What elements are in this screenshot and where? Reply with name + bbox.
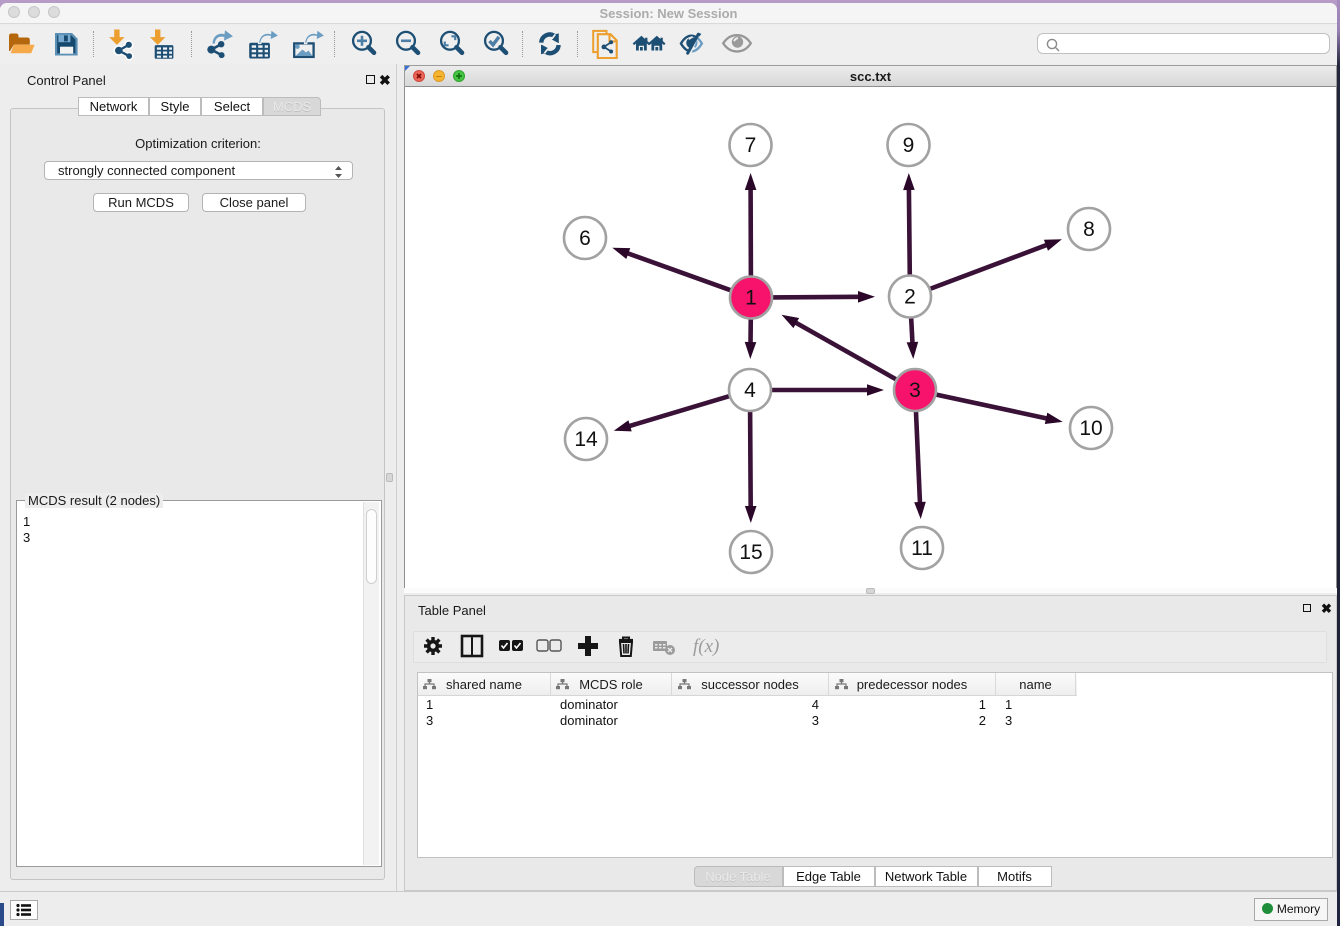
- svg-text:7: 7: [745, 134, 757, 157]
- svg-text:3: 3: [909, 379, 921, 402]
- svg-text:9: 9: [903, 134, 915, 157]
- svg-text:11: 11: [911, 537, 933, 560]
- svg-text:f(x): f(x): [693, 636, 719, 657]
- svg-text:2: 2: [904, 286, 916, 309]
- svg-text:15: 15: [739, 541, 762, 564]
- svg-text:8: 8: [1083, 218, 1095, 241]
- svg-text:6: 6: [579, 227, 591, 250]
- svg-text:10: 10: [1079, 417, 1102, 440]
- svg-text:4: 4: [744, 379, 756, 402]
- svg-text:14: 14: [574, 428, 598, 451]
- svg-text:1: 1: [745, 287, 757, 310]
